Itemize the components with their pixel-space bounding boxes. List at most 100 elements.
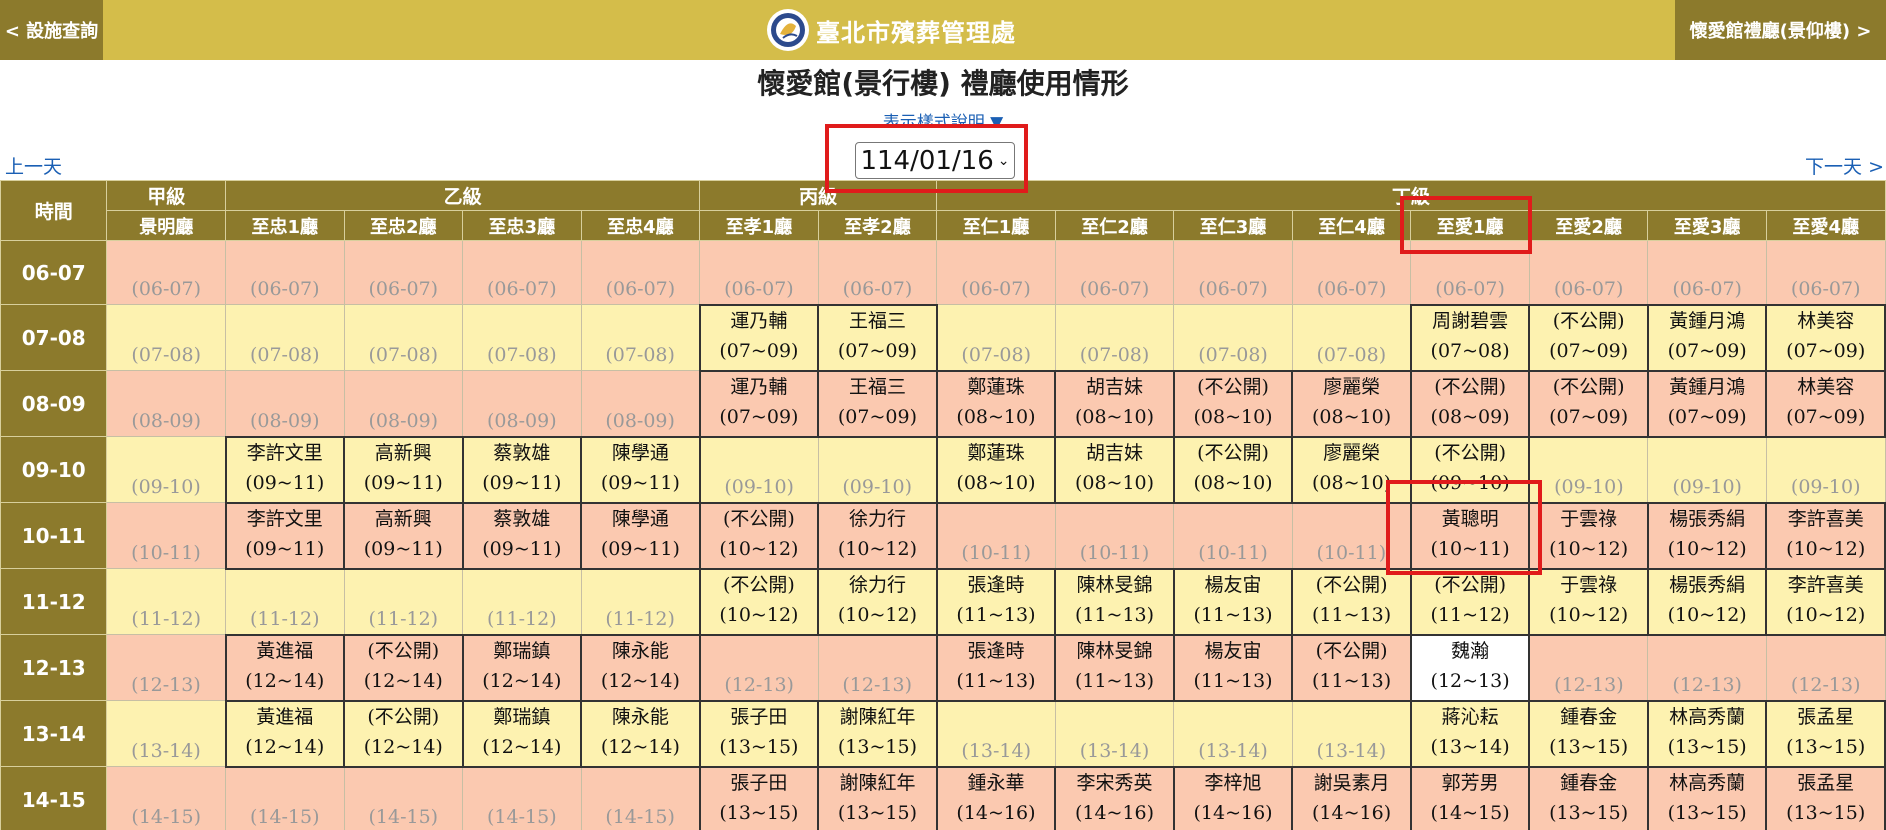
booking-cell[interactable]: 李宋秀英 (14~16) <box>1054 765 1175 830</box>
booking-cell[interactable]: 胡吉妹 (08~10) <box>1054 369 1175 438</box>
booking-cell[interactable]: 張孟星 (13~15) <box>1765 699 1886 768</box>
empty-slot: (07-08) <box>106 304 226 371</box>
booking-cell[interactable]: 楊友宙 (11~13) <box>1172 567 1294 636</box>
booking-cell[interactable]: 鍾春金 (13~15) <box>1528 765 1649 830</box>
next-venue-link[interactable]: 懷愛館禮廳(景仰樓) > <box>1675 0 1886 60</box>
booking-cell[interactable]: 周謝碧雲 (07~08) <box>1409 303 1531 372</box>
booking-cell[interactable]: 楊友宙 (11~13) <box>1172 633 1294 702</box>
hall-header[interactable]: 至愛2廳 <box>1528 210 1649 241</box>
booking-cell[interactable]: 鍾永華 (14~16) <box>935 765 1057 830</box>
booking-cell[interactable]: 張孟星 (13~15) <box>1765 765 1886 830</box>
booking-cell[interactable]: 楊張秀絹 (10~12) <box>1646 567 1768 636</box>
booking-cell[interactable]: (不公開) (09~10) <box>1409 435 1531 504</box>
hall-header[interactable]: 至仁2廳 <box>1054 210 1175 241</box>
booking-cell[interactable]: 陳永能 (12~14) <box>580 699 701 768</box>
booking-cell[interactable]: 陳學通 (09~11) <box>580 435 701 504</box>
booking-cell[interactable]: (不公開) (07~09) <box>1528 303 1649 372</box>
booking-cell[interactable]: 蔣沁耘 (13~14) <box>1409 699 1531 768</box>
booking-cell[interactable]: 王福三 (07~09) <box>817 369 938 438</box>
booking-cell[interactable]: (不公開) (07~09) <box>1528 369 1649 438</box>
booking-cell[interactable]: 謝陳紅年 (13~15) <box>817 699 938 768</box>
booking-cell[interactable]: (不公開) (11~12) <box>1409 567 1531 636</box>
booking-cell[interactable]: 黃進福 (12~14) <box>224 699 346 768</box>
booking-cell[interactable]: (不公開) (08~10) <box>1172 369 1294 438</box>
booking-cell[interactable]: 林高秀蘭 (13~15) <box>1646 699 1768 768</box>
booking-cell[interactable]: 鄭蓮珠 (08~10) <box>935 369 1057 438</box>
booking-name: 郭芳男 <box>1441 771 1499 794</box>
booking-cell[interactable]: 李許文里 (09~11) <box>224 501 346 570</box>
next-day-link[interactable]: 下一天 > <box>1805 152 1884 179</box>
booking-cell[interactable]: (不公開) (08~09) <box>1409 369 1531 438</box>
booking-cell[interactable]: 蔡敦雄 (09~11) <box>461 501 583 570</box>
booking-cell[interactable]: 張逢時 (11~13) <box>935 567 1057 636</box>
hall-header[interactable]: 至愛4廳 <box>1765 210 1886 241</box>
booking-cell[interactable]: 廖麗榮 (08~10) <box>1291 369 1412 438</box>
booking-cell[interactable]: 陳林旻錦 (11~13) <box>1054 633 1175 702</box>
booking-cell[interactable]: (不公開) (08~10) <box>1172 435 1294 504</box>
facility-search-link[interactable]: < 設施查詢 <box>0 0 103 60</box>
booking-cell[interactable]: 陳林旻錦 (11~13) <box>1054 567 1175 636</box>
booking-cell[interactable]: (不公開) (10~12) <box>698 501 820 570</box>
booking-cell[interactable]: (不公開) (12~14) <box>343 699 464 768</box>
booking-cell[interactable]: 王福三 (07~09) <box>817 303 938 372</box>
booking-cell[interactable]: 徐力行 (10~12) <box>817 567 938 636</box>
booking-cell[interactable]: 謝吳素月 (14~16) <box>1291 765 1412 830</box>
booking-cell[interactable]: 高新興 (09~11) <box>343 435 464 504</box>
booking-cell[interactable]: (不公開) (10~12) <box>698 567 820 636</box>
booking-cell[interactable]: 李許文里 (09~11) <box>224 435 346 504</box>
booking-cell[interactable]: 黃鍾月鴻 (07~09) <box>1646 369 1768 438</box>
booking-cell[interactable]: 黃聰明 (10~11) <box>1409 501 1531 570</box>
booking-cell[interactable]: 李許喜美 (10~12) <box>1765 501 1886 570</box>
booking-cell[interactable]: (不公開) (11~13) <box>1291 567 1412 636</box>
booking-cell[interactable]: 運乃輔 (07~09) <box>698 369 820 438</box>
booking-cell[interactable]: 于雲祿 (10~12) <box>1528 501 1649 570</box>
booking-cell[interactable]: 高新興 (09~11) <box>343 501 464 570</box>
booking-cell[interactable]: 楊張秀絹 (10~12) <box>1646 501 1768 570</box>
hall-header[interactable]: 至仁1廳 <box>936 210 1056 241</box>
hall-header[interactable]: 至愛1廳 <box>1410 210 1530 241</box>
booking-cell[interactable]: 林美容 (07~09) <box>1765 303 1886 372</box>
booking-cell[interactable]: 郭芳男 (14~15) <box>1409 765 1531 830</box>
booking-cell[interactable]: 黃鍾月鴻 (07~09) <box>1646 303 1768 372</box>
hall-header[interactable]: 至孝1廳 <box>699 210 819 241</box>
hall-header[interactable]: 至忠1廳 <box>225 210 345 241</box>
hall-header[interactable]: 至忠3廳 <box>462 210 582 241</box>
booking-cell[interactable]: 魏瀚 (12~13) <box>1409 633 1531 702</box>
empty-slot: (08-09) <box>225 370 345 437</box>
booking-cell[interactable]: 張逢時 (11~13) <box>935 633 1057 702</box>
legend-toggle-link[interactable]: 表示樣式說明 ▼ <box>0 108 1886 124</box>
booking-time: (09~11) <box>363 471 443 494</box>
booking-cell[interactable]: 陳永能 (12~14) <box>580 633 701 702</box>
booking-cell[interactable]: 李梓旭 (14~16) <box>1172 765 1294 830</box>
booking-cell[interactable]: 于雲祿 (10~12) <box>1528 567 1649 636</box>
booking-cell[interactable]: (不公開) (12~14) <box>343 633 464 702</box>
booking-cell[interactable]: 張子田 (13~15) <box>698 699 820 768</box>
booking-cell[interactable]: 運乃輔 (07~09) <box>698 303 820 372</box>
booking-cell[interactable]: 李許喜美 (10~12) <box>1765 567 1886 636</box>
hall-header[interactable]: 至孝2廳 <box>817 210 938 241</box>
booking-cell[interactable]: 張子田 (13~15) <box>698 765 820 830</box>
brand[interactable]: 臺北市殯葬管理處 <box>766 6 1016 54</box>
booking-cell[interactable]: 胡吉妹 (08~10) <box>1054 435 1175 504</box>
booking-cell[interactable]: 鍾春金 (13~15) <box>1528 699 1649 768</box>
hall-header[interactable]: 至愛3廳 <box>1647 210 1767 241</box>
booking-cell[interactable]: 徐力行 (10~12) <box>817 501 938 570</box>
hall-header[interactable]: 至忠2廳 <box>343 210 464 241</box>
booking-cell[interactable]: (不公開) (11~13) <box>1291 633 1412 702</box>
booking-cell[interactable]: 林美容 (07~09) <box>1765 369 1886 438</box>
hall-header[interactable]: 至仁4廳 <box>1291 210 1412 241</box>
hall-header[interactable]: 至仁3廳 <box>1173 210 1293 241</box>
hall-header[interactable]: 至忠4廳 <box>580 210 701 241</box>
booking-cell[interactable]: 鄭蓮珠 (08~10) <box>935 435 1057 504</box>
prev-day-link[interactable]: 上一天 <box>5 152 62 179</box>
booking-cell[interactable]: 鄭瑞鎮 (12~14) <box>461 699 583 768</box>
date-select[interactable]: 114/01/16 ⌄ <box>855 142 1015 179</box>
hall-header[interactable]: 景明廳 <box>106 210 226 241</box>
booking-cell[interactable]: 陳學通 (09~11) <box>580 501 701 570</box>
booking-cell[interactable]: 廖麗榮 (08~10) <box>1291 435 1412 504</box>
booking-cell[interactable]: 黃進福 (12~14) <box>224 633 346 702</box>
booking-cell[interactable]: 鄭瑞鎮 (12~14) <box>461 633 583 702</box>
booking-cell[interactable]: 謝陳紅年 (13~15) <box>817 765 938 830</box>
booking-cell[interactable]: 林高秀蘭 (13~15) <box>1646 765 1768 830</box>
booking-cell[interactable]: 蔡敦雄 (09~11) <box>461 435 583 504</box>
